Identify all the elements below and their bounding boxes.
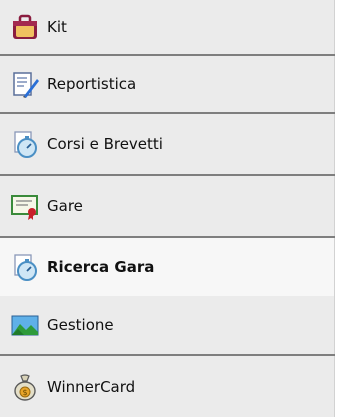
money-bag-icon: $: [10, 372, 40, 402]
document-edit-icon: [10, 69, 40, 99]
menu-item-ricerca-gara[interactable]: Ricerca Gara: [0, 238, 335, 296]
menu-item-gare[interactable]: Gare: [0, 176, 335, 236]
certificate-icon: [10, 191, 40, 221]
menu-item-gestione[interactable]: Gestione: [0, 296, 335, 354]
menu-item-label: Ricerca Gara: [47, 258, 155, 276]
menu-item-reportistica[interactable]: Reportistica: [0, 56, 335, 112]
stopwatch-document-icon: [10, 129, 40, 159]
menu-item-kit[interactable]: Kit: [0, 0, 335, 54]
landscape-picture-icon: [10, 310, 40, 340]
menu-item-label: Gestione: [47, 316, 114, 334]
menu-item-label: Kit: [47, 18, 67, 36]
menu-item-corsi-e-brevetti[interactable]: Corsi e Brevetti: [0, 114, 335, 174]
briefcase-icon: [10, 12, 40, 42]
svg-text:$: $: [22, 388, 27, 397]
menu-item-winnercard[interactable]: $ WinnerCard: [0, 356, 335, 417]
navigation-menu: Kit Reportistica Corsi e Brevetti Gare R…: [0, 0, 341, 417]
stopwatch-document-icon: [10, 252, 40, 282]
menu-item-label: Reportistica: [47, 75, 137, 93]
menu-item-label: Corsi e Brevetti: [47, 135, 163, 153]
menu-item-label: Gare: [47, 197, 83, 215]
menu-item-label: WinnerCard: [47, 377, 136, 396]
